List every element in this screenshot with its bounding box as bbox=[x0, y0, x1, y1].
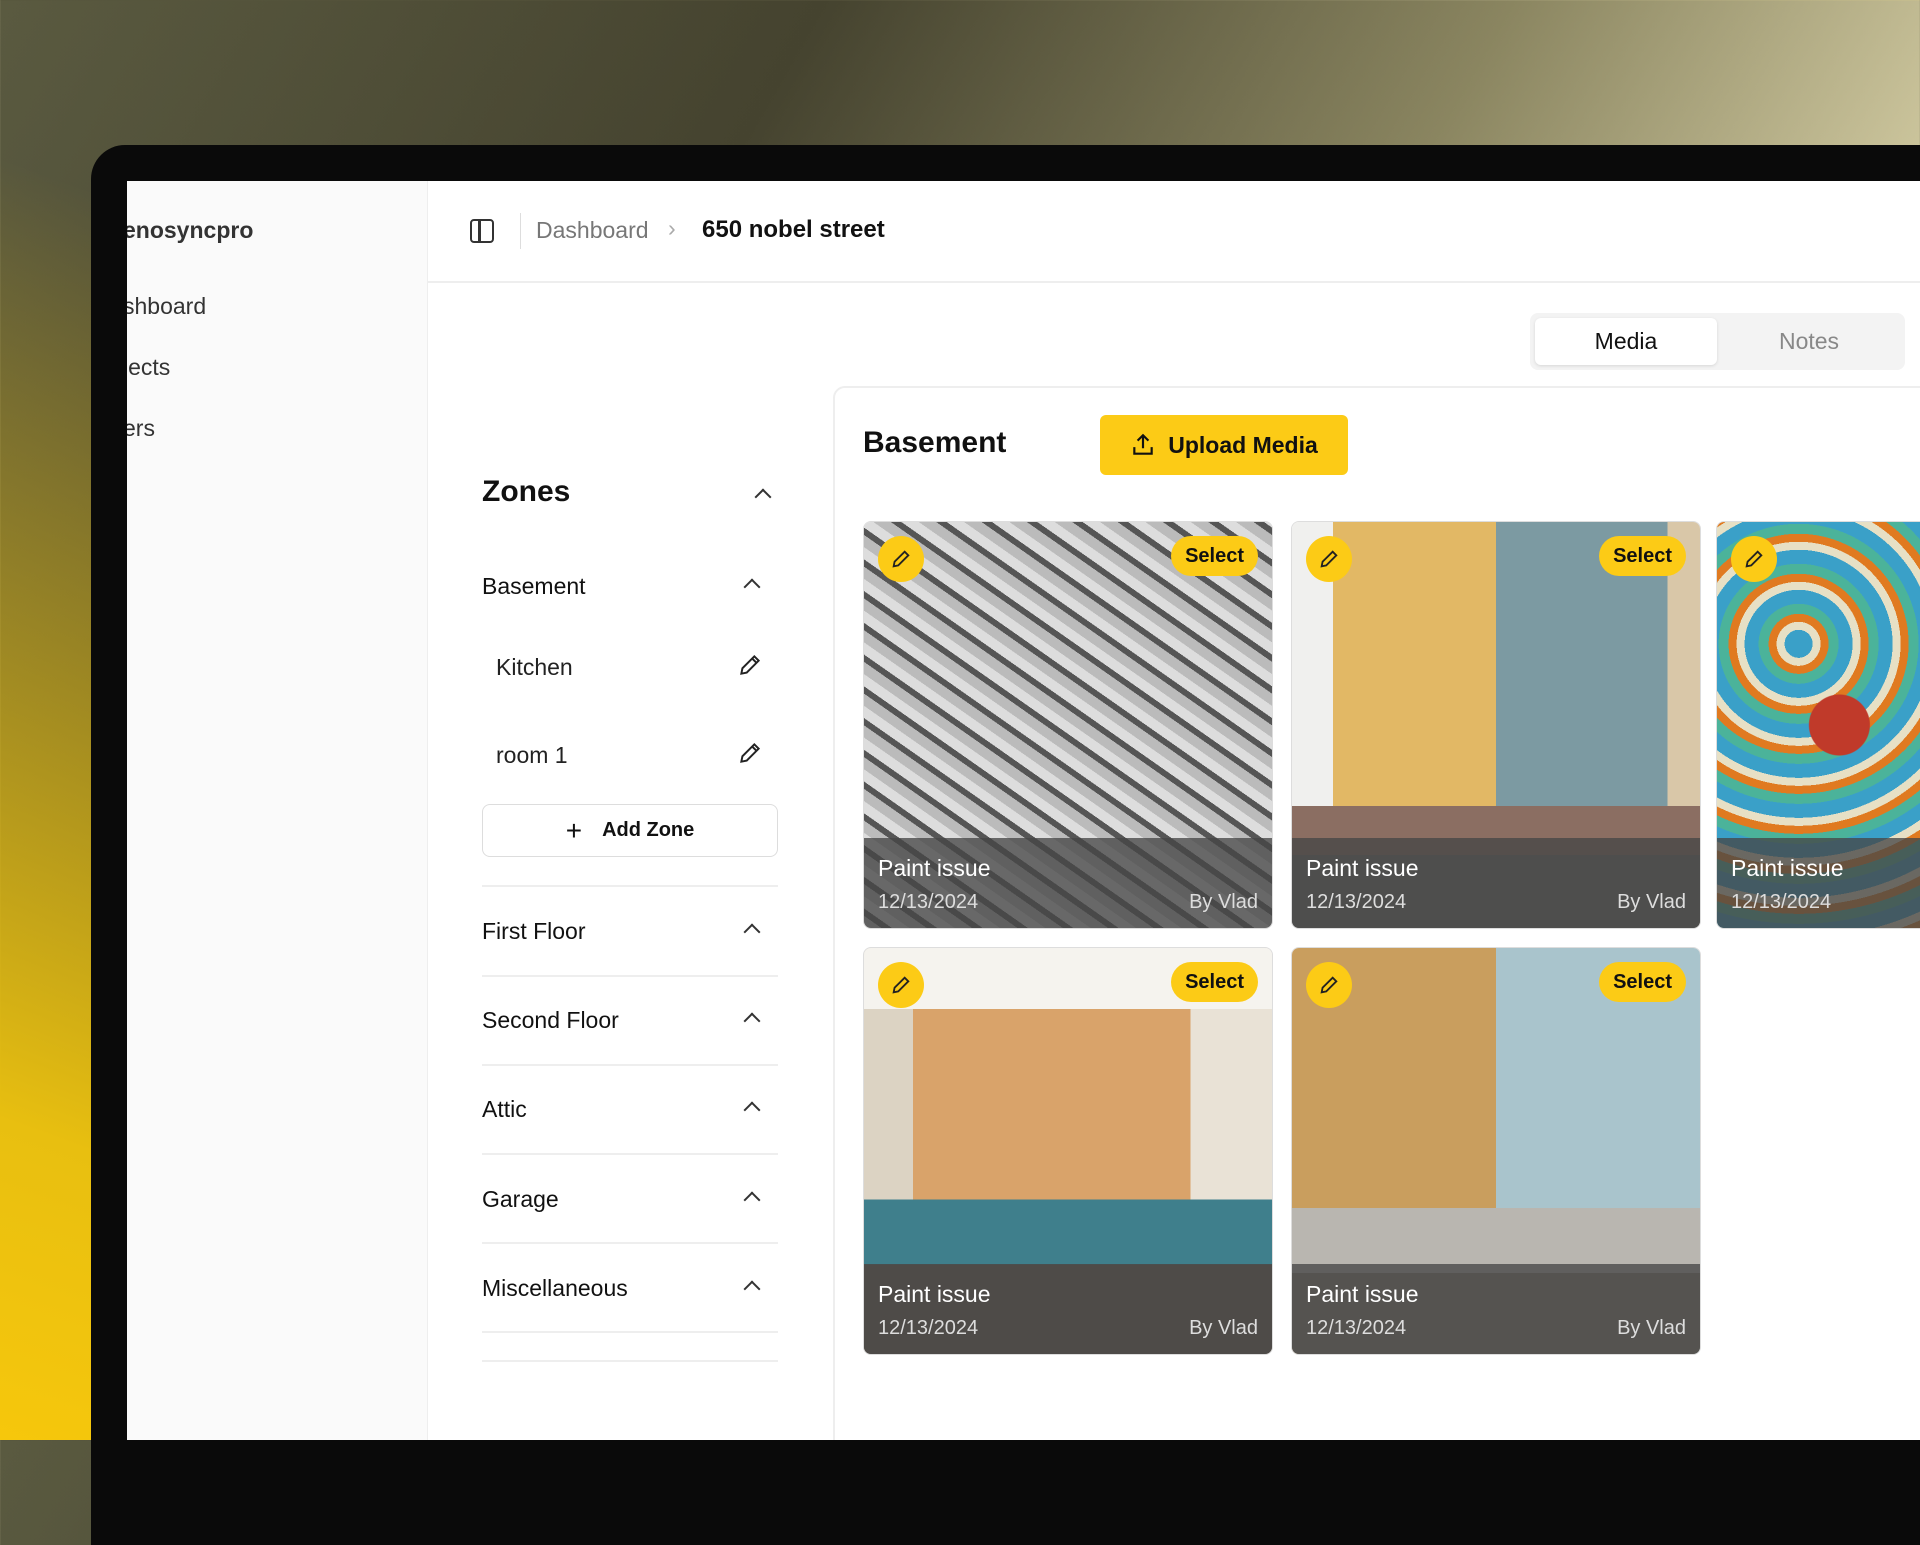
card-caption bbox=[1717, 838, 1920, 928]
card-caption bbox=[864, 1264, 1272, 1354]
chevron-right-icon: › bbox=[668, 215, 676, 241]
upload-label: Upload Media bbox=[1168, 431, 1318, 458]
zone-label: First Floor bbox=[482, 918, 586, 944]
media-card[interactable]: Paint issue 12/13/2024 By Vlad Select bbox=[863, 947, 1273, 1355]
card-title: Paint issue bbox=[878, 855, 991, 881]
edit-button[interactable] bbox=[878, 536, 924, 582]
card-title: Paint issue bbox=[878, 1281, 991, 1307]
subzone-kitchen[interactable]: Kitchen bbox=[496, 654, 573, 681]
card-date: 12/13/2024 bbox=[878, 891, 979, 913]
sidebar-toggle-icon[interactable] bbox=[470, 219, 494, 243]
chevron-up-icon[interactable] bbox=[743, 1101, 761, 1119]
sidebar-item-users[interactable]: ers bbox=[127, 415, 155, 442]
zone-basement[interactable]: Basement bbox=[482, 573, 778, 603]
card-author: By Vlad bbox=[1617, 1317, 1686, 1339]
card-date: 12/13/2024 bbox=[878, 1317, 979, 1339]
divider bbox=[482, 975, 778, 977]
chevron-up-icon[interactable] bbox=[743, 1191, 761, 1209]
select-button[interactable]: Select bbox=[1171, 962, 1258, 1002]
card-title: Paint issue bbox=[1306, 855, 1419, 881]
edit-button[interactable] bbox=[1306, 536, 1352, 582]
select-button[interactable]: Select bbox=[1599, 536, 1686, 576]
zone-garage[interactable]: Garage bbox=[482, 1186, 778, 1216]
card-author: By Vlad bbox=[1189, 891, 1258, 913]
pencil-icon bbox=[1745, 550, 1763, 568]
pencil-icon bbox=[1320, 550, 1338, 568]
pencil-icon[interactable] bbox=[737, 652, 763, 678]
zone-second-floor[interactable]: Second Floor bbox=[482, 1007, 778, 1037]
pencil-icon[interactable] bbox=[737, 740, 763, 766]
edit-button[interactable] bbox=[1731, 536, 1777, 582]
media-card[interactable]: Paint issue 12/13/2024 By Vlad Select bbox=[1291, 947, 1701, 1355]
zone-first-floor[interactable]: First Floor bbox=[482, 918, 778, 948]
card-caption bbox=[1292, 838, 1700, 928]
chevron-up-icon[interactable] bbox=[754, 488, 772, 506]
select-button[interactable]: Select bbox=[1171, 536, 1258, 576]
plus-icon: + bbox=[565, 814, 583, 846]
zone-label: Attic bbox=[482, 1096, 527, 1122]
brand-name: enosyncpro bbox=[127, 217, 254, 243]
zone-miscellaneous[interactable]: Miscellaneous bbox=[482, 1275, 778, 1305]
card-title: Paint issue bbox=[1306, 1281, 1419, 1307]
header: Dashboard › 650 nobel street bbox=[428, 181, 1920, 283]
zones-panel: Zones Basement Kitchen room 1 + Add Zone … bbox=[482, 461, 778, 1421]
select-button[interactable]: Select bbox=[1599, 962, 1686, 1002]
upload-icon bbox=[1133, 433, 1153, 455]
sidebar-item-dashboard[interactable]: shboard bbox=[127, 293, 206, 320]
pencil-icon bbox=[1320, 976, 1338, 994]
view-tabs: Media Notes bbox=[1530, 313, 1905, 370]
card-caption bbox=[1292, 1264, 1700, 1354]
divider bbox=[482, 1360, 778, 1362]
chevron-up-icon[interactable] bbox=[743, 1280, 761, 1298]
media-card[interactable]: Paint issue 12/13/2024 By Vlad Select bbox=[863, 521, 1273, 929]
upload-media-button[interactable]: Upload Media bbox=[1100, 415, 1348, 475]
edit-button[interactable] bbox=[1306, 962, 1352, 1008]
divider bbox=[482, 1064, 778, 1066]
chevron-up-icon[interactable] bbox=[743, 578, 761, 596]
divider bbox=[482, 1331, 778, 1333]
breadcrumb-dashboard[interactable]: Dashboard bbox=[536, 217, 649, 244]
subzone-room-1[interactable]: room 1 bbox=[496, 742, 568, 769]
chevron-up-icon[interactable] bbox=[743, 1012, 761, 1030]
card-title: Paint issue bbox=[1731, 855, 1844, 881]
pencil-icon bbox=[892, 550, 910, 568]
zone-attic[interactable]: Attic bbox=[482, 1096, 778, 1126]
app-window: enosyncpro shboard jects ers Dashboard ›… bbox=[127, 181, 1920, 1440]
zone-label: Miscellaneous bbox=[482, 1275, 628, 1301]
media-panel: Basement Upload Media Paint issue 12/13/… bbox=[833, 386, 1920, 1440]
tab-media[interactable]: Media bbox=[1535, 318, 1717, 365]
pencil-icon bbox=[892, 976, 910, 994]
zones-title: Zones bbox=[482, 475, 571, 508]
card-date: 12/13/2024 bbox=[1306, 891, 1407, 913]
edit-button[interactable] bbox=[878, 962, 924, 1008]
tab-notes[interactable]: Notes bbox=[1718, 318, 1900, 365]
card-author: By Vlad bbox=[1189, 1317, 1258, 1339]
media-card[interactable]: Paint issue 12/13/2024 By Vlad Select bbox=[1291, 521, 1701, 929]
media-card[interactable]: Paint issue 12/13/2024 bbox=[1716, 521, 1920, 929]
zone-title: Basement bbox=[863, 426, 1007, 459]
card-date: 12/13/2024 bbox=[1306, 1317, 1407, 1339]
divider bbox=[482, 885, 778, 887]
card-author: By Vlad bbox=[1617, 891, 1686, 913]
add-zone-label: Add Zone bbox=[602, 819, 695, 841]
zone-label: Garage bbox=[482, 1186, 559, 1212]
card-caption bbox=[864, 838, 1272, 928]
zone-label: Basement bbox=[482, 573, 586, 599]
divider bbox=[482, 1242, 778, 1244]
chevron-up-icon[interactable] bbox=[743, 923, 761, 941]
sidebar-item-projects[interactable]: jects bbox=[127, 354, 170, 381]
card-date: 12/13/2024 bbox=[1731, 891, 1832, 913]
divider bbox=[520, 213, 521, 249]
add-zone-button[interactable]: + Add Zone bbox=[482, 804, 778, 857]
zone-label: Second Floor bbox=[482, 1007, 619, 1033]
breadcrumb-current: 650 nobel street bbox=[702, 216, 885, 243]
divider bbox=[482, 1153, 778, 1155]
sidebar: enosyncpro shboard jects ers bbox=[127, 181, 428, 1440]
